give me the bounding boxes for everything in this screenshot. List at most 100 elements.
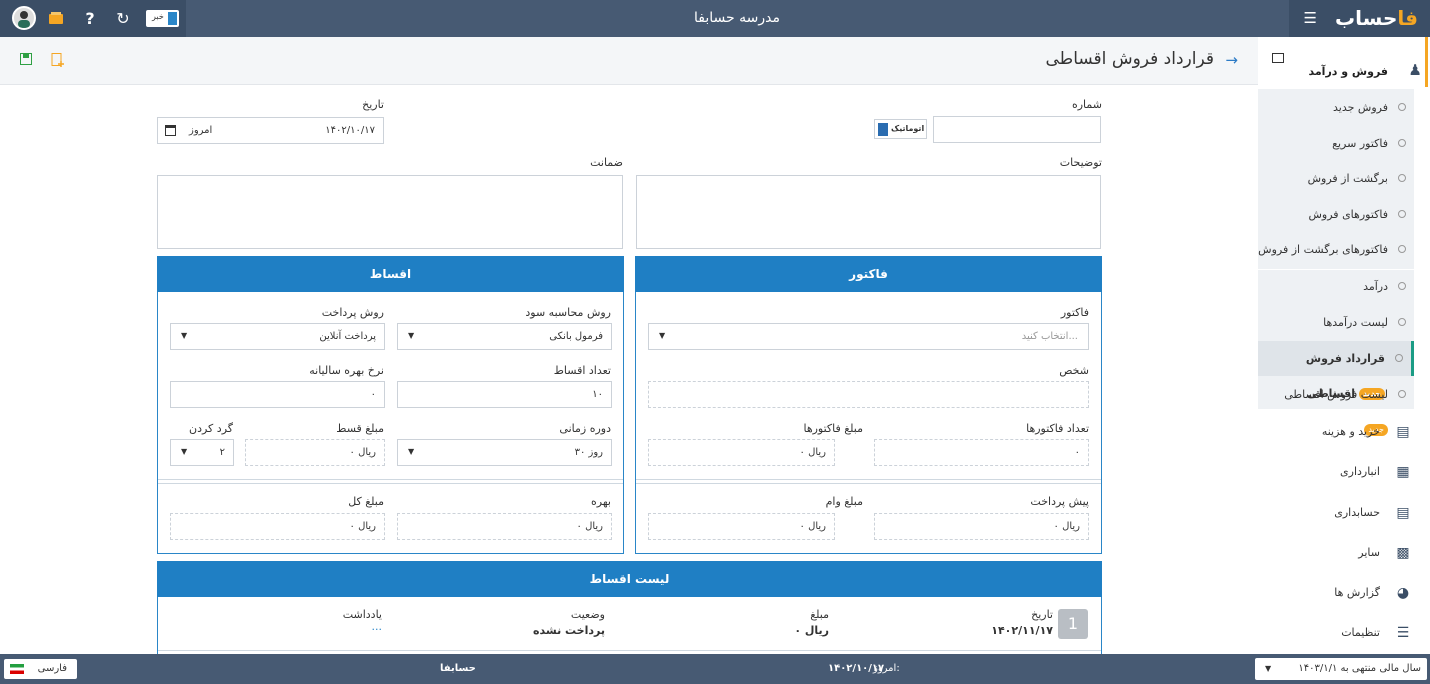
period-select[interactable]: ۳۰ روز ▼	[397, 439, 612, 466]
installment-count-label: تعداد اقساط	[553, 364, 611, 377]
language-select[interactable]: فارسی	[4, 659, 77, 679]
add-document-icon[interactable]	[51, 53, 65, 71]
sidebar-item-installment-list[interactable]: لیست فروش اقساطیجدید	[1258, 377, 1414, 436]
number-input[interactable]	[933, 116, 1101, 143]
sidebar-item-settings[interactable]: ☰ تنظیمات	[1258, 613, 1414, 653]
sidebar-item-income[interactable]: درآمد	[1258, 269, 1414, 304]
sidebar-item-installment-contract[interactable]: قرارداد فروش اقساطی جدید	[1258, 341, 1414, 400]
installment-row[interactable]: 1 تاریخ ۱۴۰۲/۱۱/۱۷ مبلغ ریال ۰ وضعیت پرد…	[158, 606, 1101, 651]
save-icon[interactable]	[20, 53, 32, 69]
chevron-down-icon: ▼	[181, 447, 188, 456]
footer-today-label: امروز:	[873, 663, 900, 674]
bullet-icon	[1398, 282, 1406, 290]
interest-rate-input[interactable]: ۰	[170, 381, 385, 408]
number-label: شماره	[1071, 98, 1102, 111]
invoice-label: فاکتور	[1060, 306, 1089, 319]
row-note-value[interactable]: ...	[372, 620, 383, 633]
invoice-panel-title: فاکتور	[635, 256, 1102, 292]
chevron-down-icon: ▼	[1265, 664, 1272, 673]
row-amount-label: مبلغ	[810, 608, 829, 621]
row-status-label: وضعیت	[570, 608, 605, 621]
sidebar-item-warehouse[interactable]: ▦ انبارداری	[1258, 452, 1414, 492]
sidebar-section-label: فروش و درآمد	[1308, 65, 1388, 78]
reports-icon: ◕	[1396, 585, 1410, 601]
invoice-count-field: ۰	[874, 439, 1089, 466]
profit-method-label: روش محاسبه سود	[525, 306, 611, 319]
brand-logo[interactable]: فاحساب	[1335, 6, 1418, 30]
description-label: توضیحات	[1059, 156, 1102, 169]
date-value: ۱۴۰۲/۱۰/۱۷	[325, 125, 375, 136]
sidebar-item-purchase[interactable]: ▤ خرید و هزینه	[1258, 412, 1414, 452]
round-select[interactable]: ۲ ▼	[170, 439, 234, 466]
sidebar-item-reports[interactable]: ◕ گزارش ها	[1258, 573, 1414, 613]
prepayment-value: ریال ۰	[1053, 521, 1080, 532]
sidebar-item-sale-return[interactable]: برگشت از فروش	[1258, 161, 1414, 196]
sidebar-item-accounting[interactable]: ▤ حسابداری	[1258, 493, 1414, 533]
loan-amount-value: ریال ۰	[799, 521, 826, 532]
auto-label: اتوماتیک	[891, 124, 925, 133]
warehouse-icon: ▦	[1396, 464, 1410, 480]
interest-value: ریال ۰	[576, 521, 603, 532]
ledger-icon: ▤	[1396, 505, 1410, 521]
loan-amount-field: ریال ۰	[648, 513, 835, 540]
sidebar-item-other[interactable]: ▩ سایر	[1258, 533, 1414, 573]
invoice-divider	[636, 479, 1101, 480]
guarantee-label: ضمانت	[590, 156, 623, 169]
bullet-icon	[1398, 174, 1406, 182]
prepayment-field[interactable]: ریال ۰	[874, 513, 1089, 540]
top-bar: ? ↻ خبر مدرسه حسابفا ☰ فاحساب	[0, 0, 1430, 37]
sidebar-item-new-sale[interactable]: فروش جدید	[1258, 90, 1414, 125]
installment-amount-value: ریال ۰	[349, 447, 376, 458]
profit-method-select[interactable]: فرمول بانکی ▼	[397, 323, 612, 350]
loan-amount-label: مبلغ وام	[825, 495, 863, 508]
row-date-value: ۱۴۰۲/۱۱/۱۷	[991, 624, 1053, 637]
date-input[interactable]: ۱۴۰۲/۱۰/۱۷ امروز	[157, 117, 384, 144]
bullet-icon	[1398, 103, 1406, 111]
installment-panel-title: اقساط	[157, 256, 624, 292]
chevron-down-icon: ▼	[408, 447, 415, 456]
prepayment-label: پیش پرداخت	[1030, 495, 1089, 508]
round-value: ۲	[219, 447, 225, 458]
iran-flag-icon	[10, 664, 24, 674]
bullet-icon	[1398, 245, 1406, 253]
chevron-down-icon: ▼	[659, 331, 666, 340]
payment-method-select[interactable]: پرداخت آنلاین ▼	[170, 323, 385, 350]
page-title: قرارداد فروش اقساطی	[1045, 49, 1214, 69]
calendar-icon[interactable]	[165, 125, 176, 136]
bullet-icon	[1395, 354, 1403, 362]
back-arrow-icon[interactable]: →	[1225, 51, 1238, 69]
footer-bar: فارسی حسابفا ۱۴۰۲/۱۰/۱۷ امروز: سال مالی …	[0, 654, 1430, 684]
bullet-icon	[1398, 318, 1406, 326]
invoice-amount-value: ریال ۰	[799, 447, 826, 458]
payment-method-label: روش پرداخت	[321, 306, 384, 319]
sidebar-item-income-list[interactable]: لیست درآمدها	[1258, 305, 1414, 340]
sidebar-item-sale-invoices[interactable]: فاکتورهای فروش	[1258, 197, 1414, 232]
installment-count-input[interactable]: ۱۰	[397, 381, 612, 408]
hamburger-menu-icon[interactable]: ☰	[1304, 9, 1317, 27]
fiscal-year-select[interactable]: سال مالی منتهی به ۱۴۰۳/۱/۱ ▼	[1255, 658, 1427, 680]
chevron-down-icon: ▼	[181, 331, 188, 340]
chevron-down-icon: ▼	[408, 331, 415, 340]
person-field[interactable]	[648, 381, 1089, 408]
auto-number-toggle[interactable]: اتوماتیک	[874, 119, 927, 139]
date-label: تاریخ	[362, 98, 384, 111]
installment-list-title: لیست اقساط	[157, 561, 1102, 597]
auto-checkbox	[878, 123, 888, 136]
person-label: شخص	[1059, 364, 1089, 377]
installment-amount-field: ریال ۰	[245, 439, 385, 466]
period-value: ۳۰ روز	[574, 447, 603, 458]
guarantee-textarea[interactable]	[157, 175, 623, 249]
installment-list-panel: لیست اقساط 1 تاریخ ۱۴۰۲/۱۱/۱۷ مبلغ ریال …	[157, 561, 1102, 654]
installment-amount-label: مبلغ قسط	[336, 422, 384, 435]
sales-income-icon: ♟	[1408, 61, 1422, 79]
bullet-icon	[1398, 210, 1406, 218]
invoice-select[interactable]: انتخاب کنید... ▼	[648, 323, 1089, 350]
profit-method-value: فرمول بانکی	[549, 331, 603, 342]
sidebar-section-sales[interactable]: فروش و درآمد ♟	[1258, 51, 1430, 91]
sidebar-item-return-invoices[interactable]: فاکتورهای برگشت از فروش	[1258, 232, 1414, 267]
description-textarea[interactable]	[636, 175, 1101, 249]
sidebar-item-quick-invoice[interactable]: فاکتور سریع	[1258, 126, 1414, 161]
payment-method-value: پرداخت آنلاین	[319, 331, 376, 342]
today-link[interactable]: امروز	[189, 125, 212, 136]
bullet-icon	[1398, 139, 1406, 147]
